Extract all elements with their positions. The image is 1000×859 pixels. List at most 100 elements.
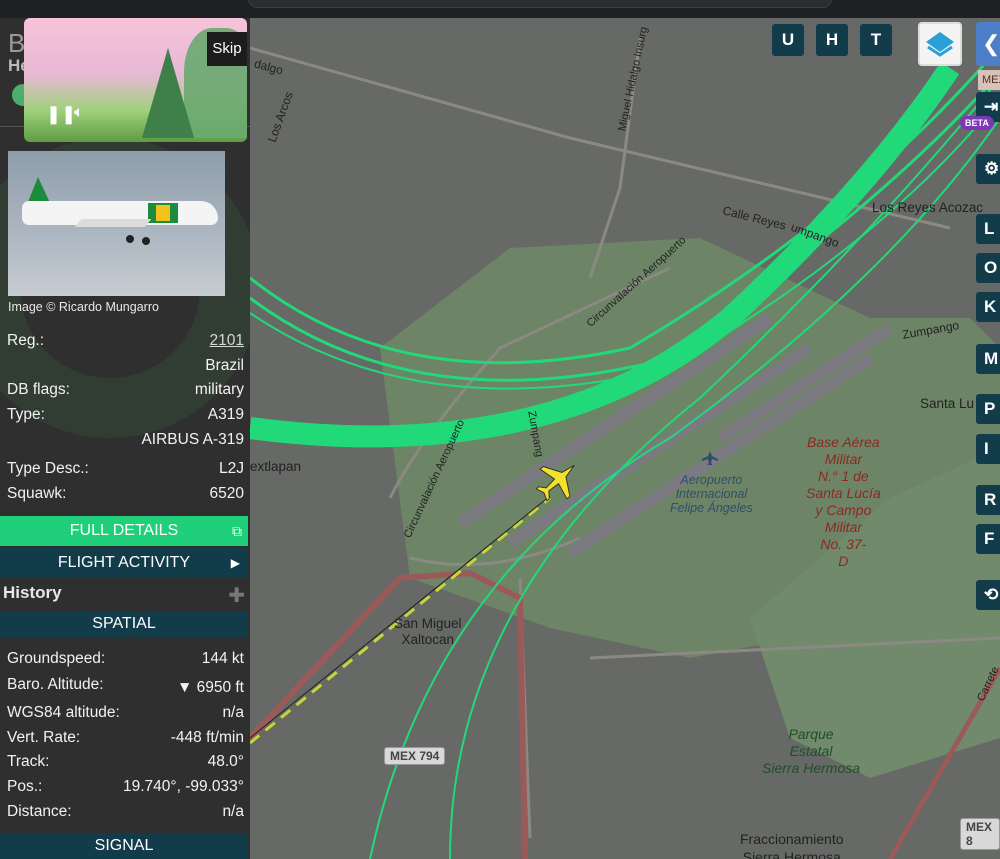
- map-button-i[interactable]: I: [976, 434, 1000, 464]
- photo-credit: Image © Ricardo Mungarro: [8, 300, 159, 314]
- squawk-row: Squawk: 6520: [7, 485, 244, 505]
- type-row: Type: A319: [7, 406, 244, 426]
- track-row: Track: 48.0°: [7, 753, 244, 773]
- reg-link[interactable]: 2101: [210, 332, 244, 350]
- type-full-row: AIRBUS A-319: [7, 431, 244, 451]
- highway: [250, 569, 528, 859]
- layers-button[interactable]: [918, 22, 962, 66]
- flight-activity-label: FLIGHT ACTIVITY: [57, 554, 191, 571]
- map-label-aeropuerto: Aeropuerto Internacional Felipe Ángeles: [670, 473, 753, 515]
- replay-button[interactable]: ⟲: [976, 580, 1000, 610]
- distance-row: Distance: n/a: [7, 803, 244, 823]
- full-details-label: FULL DETAILS: [69, 522, 179, 539]
- plus-icon[interactable]: ✚: [228, 583, 245, 608]
- baro-value: ▼ 6950 ft: [176, 679, 244, 696]
- vrate-label: Vert. Rate:: [7, 729, 81, 746]
- spatial-header[interactable]: SPATIAL: [0, 611, 248, 637]
- address-bar[interactable]: [248, 0, 832, 8]
- layers-icon: [926, 32, 954, 57]
- squawk-value: 6520: [209, 485, 244, 502]
- map-button-r[interactable]: R: [976, 485, 1000, 515]
- pos-label: Pos.:: [7, 778, 43, 795]
- typedesc-row: Type Desc.: L2J: [7, 460, 244, 480]
- collapse-sidebar-button[interactable]: ❮: [976, 22, 1000, 66]
- map-label-parque: Parque Estatal Sierra Hermosa: [762, 726, 861, 776]
- wgs-label: WGS84 altitude:: [7, 704, 120, 721]
- signal-header[interactable]: SIGNAL: [0, 833, 248, 859]
- groundspeed-row: Groundspeed: 144 kt: [7, 650, 244, 670]
- typedesc-value: L2J: [219, 460, 244, 477]
- wgs-value: n/a: [222, 704, 244, 721]
- baro-row: Baro. Altitude: ▼ 6950 ft: [7, 676, 244, 696]
- map-label-nextlapan: extlapan: [250, 459, 302, 474]
- flight-activity-button[interactable]: FLIGHT ACTIVITY ▶: [0, 548, 248, 578]
- country-value: Brazil: [205, 357, 244, 374]
- map-button-f[interactable]: F: [976, 524, 1000, 554]
- distance-value: n/a: [222, 803, 244, 820]
- groundspeed-label: Groundspeed:: [7, 650, 106, 667]
- map-view[interactable]: dalgo Los Arcos Miguel Hidalgo Insurg Ca…: [250, 18, 1000, 859]
- dbflags-value: military: [194, 381, 244, 398]
- groundspeed-value: 144 kt: [201, 650, 244, 667]
- reg-row: Reg.: 2101: [7, 332, 244, 352]
- map-button-l[interactable]: L: [976, 214, 1000, 244]
- road-shield-mex794: MEX 794: [384, 747, 446, 765]
- external-link-icon: ⧉: [232, 523, 242, 539]
- skip-button[interactable]: Skip: [207, 32, 247, 66]
- gear-icon: ⚙: [984, 159, 1000, 178]
- history-heading: History: [3, 583, 62, 602]
- chevron-right-icon: ▶: [230, 556, 240, 570]
- track-label: Track:: [7, 753, 50, 770]
- aircraft-info-sidebar: B He Skip ❚❚ 🔈︎ Image © Ricardo Mungarro…: [0, 18, 250, 859]
- pos-row: Pos.: 19.740°, -99.033°: [7, 778, 244, 798]
- replay-icon: ⟲: [984, 585, 999, 604]
- distance-label: Distance:: [7, 803, 72, 820]
- pos-value: 19.740°, -99.033°: [123, 778, 244, 795]
- video-ad-player[interactable]: Skip ❚❚ 🔈︎: [24, 18, 247, 142]
- vrate-value: -448 ft/min: [170, 729, 244, 746]
- toggle-t-button[interactable]: T: [860, 24, 892, 56]
- country-row: Brazil: [7, 357, 244, 377]
- map-label-san-miguel: San Miguel Xaltocan: [394, 616, 462, 647]
- type-full-value: AIRBUS A-319: [141, 431, 244, 448]
- road-shield-mex: MEX 8: [960, 818, 1000, 850]
- toggle-h-button[interactable]: H: [816, 24, 848, 56]
- squawk-label: Squawk:: [7, 485, 67, 502]
- type-value: A319: [207, 406, 244, 423]
- map-label-los-reyes: Los Reyes Acozac: [872, 200, 984, 215]
- road-shield-mex-top: MEX: [978, 70, 1000, 90]
- reg-label: Reg.:: [7, 332, 45, 349]
- map-button-p[interactable]: P: [976, 394, 1000, 424]
- toggle-u-button[interactable]: U: [772, 24, 804, 56]
- photo-gear: [142, 237, 150, 245]
- mute-icon[interactable]: 🔈︎: [74, 104, 84, 122]
- baro-label: Baro. Altitude:: [7, 676, 104, 693]
- dbflags-label: DB flags:: [7, 381, 70, 398]
- photo-livery-yellow: [156, 205, 170, 221]
- chevron-left-icon: ❮: [982, 31, 1000, 56]
- map-button-o[interactable]: O: [976, 253, 1000, 283]
- dbflags-row: DB flags: military: [7, 381, 244, 401]
- callsign-fragment: B: [8, 28, 26, 58]
- photo-gear: [126, 235, 134, 243]
- map-canvas[interactable]: [250, 18, 1000, 859]
- arrow-right-icon: ⇥: [984, 97, 999, 116]
- full-details-button[interactable]: FULL DETAILS ⧉: [0, 516, 248, 546]
- map-button-k[interactable]: K: [976, 292, 1000, 322]
- map-label-santa-lu: Santa Lu: [920, 396, 975, 411]
- aircraft-photo[interactable]: [8, 151, 225, 296]
- map-label-fraccionamiento: Fraccionamiento Sierra Hermosa: [740, 831, 844, 859]
- type-label: Type:: [7, 406, 45, 423]
- video-tree: [142, 48, 194, 138]
- track-value: 48.0°: [207, 753, 244, 770]
- vrate-row: Vert. Rate: -448 ft/min: [7, 729, 244, 749]
- settings-button[interactable]: ⚙: [976, 154, 1000, 184]
- pause-icon[interactable]: ❚❚: [46, 104, 76, 125]
- map-button-m[interactable]: M: [976, 344, 1000, 374]
- wgs-row: WGS84 altitude: n/a: [7, 704, 244, 724]
- beta-badge: BETA: [960, 116, 994, 130]
- typedesc-label: Type Desc.:: [7, 460, 89, 477]
- photo-wing: [74, 219, 152, 227]
- map-label-base-aerea: Base Aérea Militar N.° 1 de Santa Lucía …: [806, 434, 881, 569]
- browser-top-bar: [0, 0, 1000, 18]
